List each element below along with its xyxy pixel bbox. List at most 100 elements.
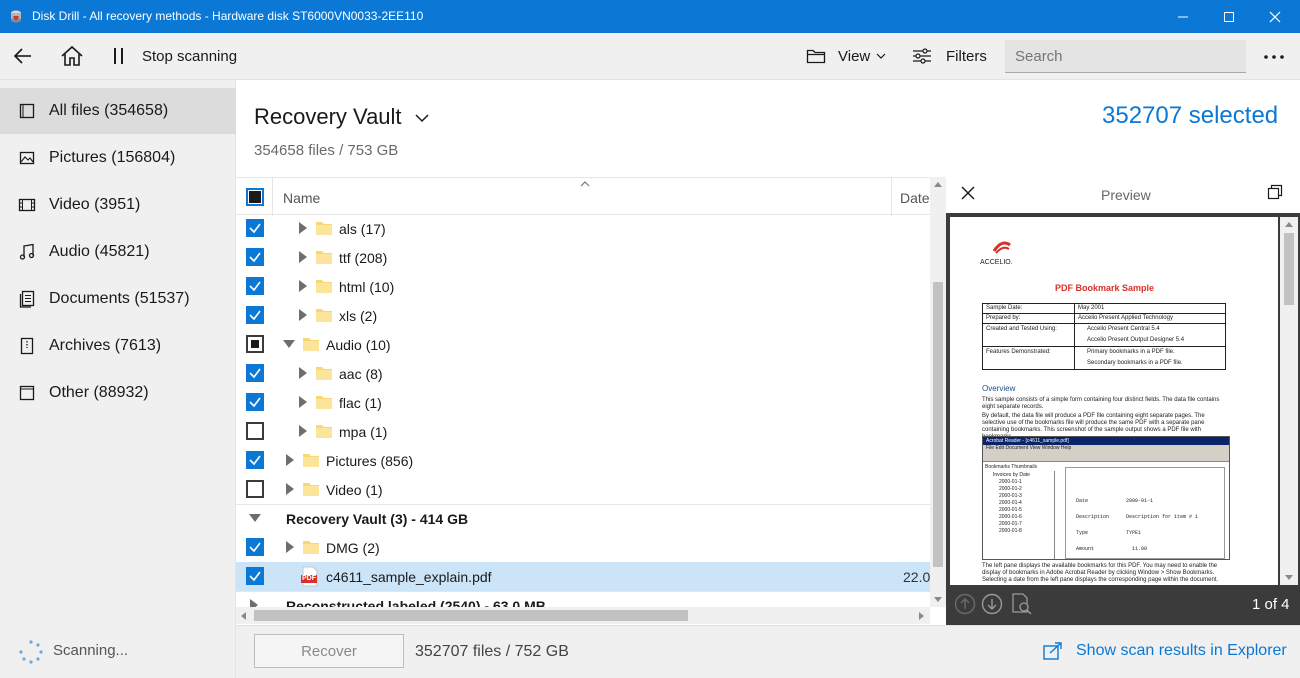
disk-drill-app-icon bbox=[11, 10, 21, 23]
collapse-arrow-icon[interactable] bbox=[283, 340, 295, 348]
row-checkbox[interactable] bbox=[246, 422, 264, 440]
sidebar-item-all-files[interactable]: All files (354658) bbox=[0, 88, 236, 134]
checkmark-icon bbox=[249, 542, 261, 553]
sidebar-item-documents[interactable]: Documents (51537) bbox=[0, 276, 236, 322]
table-row[interactable]: Audio (10) bbox=[236, 330, 930, 359]
table-row[interactable]: mpa (1) bbox=[236, 417, 930, 446]
expand-arrow-icon[interactable] bbox=[299, 309, 307, 321]
row-checkbox[interactable] bbox=[246, 393, 264, 411]
scroll-left-icon[interactable] bbox=[240, 612, 248, 620]
checkmark-icon bbox=[249, 368, 261, 379]
row-checkbox[interactable] bbox=[246, 451, 264, 469]
sidebar-item-archives[interactable]: Archives (7613) bbox=[0, 323, 236, 369]
document-viewer: ACCELIO. PDF Bookmark Sample Sample Date… bbox=[946, 213, 1300, 625]
horizontal-scrollbar[interactable] bbox=[236, 607, 930, 624]
table-row[interactable]: Pictures (856) bbox=[236, 446, 930, 475]
vault-title-dropdown[interactable]: Recovery Vault bbox=[254, 104, 430, 130]
view-label: View bbox=[838, 47, 871, 65]
row-checkbox[interactable] bbox=[246, 335, 264, 353]
chevron-down-icon bbox=[415, 114, 429, 123]
show-in-explorer-link[interactable]: Show scan results in Explorer bbox=[1042, 641, 1287, 661]
table-row[interactable]: flac (1) bbox=[236, 388, 930, 417]
row-checkbox[interactable] bbox=[246, 306, 264, 324]
folder-icon bbox=[303, 541, 319, 554]
table-row[interactable]: xls (2) bbox=[236, 301, 930, 330]
row-checkbox[interactable] bbox=[246, 248, 264, 266]
expand-arrow-icon[interactable] bbox=[286, 541, 294, 553]
collapse-arrow-icon[interactable] bbox=[249, 514, 261, 522]
column-header-date[interactable]: Date bbox=[900, 190, 930, 206]
sidebar-item-pictures[interactable]: Pictures (156804) bbox=[0, 135, 236, 181]
expand-arrow-icon[interactable] bbox=[299, 425, 307, 437]
scroll-up-icon[interactable] bbox=[1285, 221, 1293, 229]
table-row[interactable]: html (10) bbox=[236, 272, 930, 301]
row-label: Video (1) bbox=[326, 482, 383, 498]
scroll-up-icon[interactable] bbox=[934, 181, 942, 189]
horizontal-scroll-thumb[interactable] bbox=[254, 610, 688, 621]
expand-arrow-icon[interactable] bbox=[299, 222, 307, 234]
audio-icon bbox=[19, 243, 35, 260]
previous-page-icon[interactable] bbox=[954, 593, 976, 615]
expand-arrow-icon[interactable] bbox=[286, 454, 294, 466]
filters-button[interactable]: Filters bbox=[912, 45, 987, 67]
group-header-row[interactable]: Recovery Vault (3) - 414 GB bbox=[236, 504, 930, 533]
expand-arrow-icon[interactable] bbox=[299, 367, 307, 379]
maximize-button[interactable] bbox=[1206, 0, 1252, 33]
row-checkbox[interactable] bbox=[246, 277, 264, 295]
vertical-scrollbar[interactable] bbox=[930, 177, 946, 607]
row-label: Audio (10) bbox=[326, 337, 391, 353]
pdf-badge: PDF bbox=[302, 575, 316, 582]
close-icon bbox=[1269, 11, 1281, 22]
sidebar-item-video[interactable]: Video (3951) bbox=[0, 182, 236, 228]
row-checkbox[interactable] bbox=[246, 567, 264, 585]
home-button[interactable] bbox=[60, 45, 84, 67]
sidebar-item-label: Pictures (156804) bbox=[49, 149, 176, 166]
next-page-icon[interactable] bbox=[981, 593, 1003, 615]
table-row[interactable]: Video (1) bbox=[236, 475, 930, 504]
expand-arrow-icon[interactable] bbox=[299, 396, 307, 408]
sidebar-item-other[interactable]: Other (88932) bbox=[0, 370, 236, 416]
table-header: Name Date bbox=[236, 177, 930, 216]
row-checkbox[interactable] bbox=[246, 538, 264, 556]
close-window-button[interactable] bbox=[1252, 0, 1298, 33]
pictures-icon bbox=[19, 151, 35, 165]
close-preview-button[interactable] bbox=[960, 185, 976, 201]
expand-arrow-icon[interactable] bbox=[250, 599, 258, 607]
sidebar-item-label: All files (354658) bbox=[49, 102, 169, 119]
recover-button[interactable]: Recover bbox=[254, 634, 404, 668]
row-checkbox[interactable] bbox=[246, 364, 264, 382]
doc-paragraph: The left pane displays the available boo… bbox=[982, 563, 1219, 583]
expand-arrow-icon[interactable] bbox=[286, 483, 294, 495]
expand-arrow-icon[interactable] bbox=[299, 251, 307, 263]
table-row-selected[interactable]: PDF c4611_sample_explain.pdf 22.0 bbox=[236, 562, 930, 591]
back-button[interactable] bbox=[12, 45, 34, 67]
window-title: Disk Drill - All recovery methods - Hard… bbox=[32, 9, 424, 23]
preview-scroll-thumb[interactable] bbox=[1284, 233, 1294, 305]
preview-scrollbar[interactable] bbox=[1280, 217, 1298, 585]
row-checkbox[interactable] bbox=[246, 219, 264, 237]
scroll-down-icon[interactable] bbox=[934, 595, 942, 603]
stop-scanning-button[interactable]: Stop scanning bbox=[112, 45, 237, 67]
zoom-document-icon[interactable] bbox=[1009, 592, 1033, 616]
search-input[interactable] bbox=[1005, 40, 1246, 73]
open-external-button[interactable] bbox=[1266, 183, 1284, 201]
table-row[interactable]: aac (8) bbox=[236, 359, 930, 388]
checkmark-icon bbox=[249, 455, 261, 466]
scroll-right-icon[interactable] bbox=[917, 612, 925, 620]
folder-icon bbox=[316, 367, 332, 380]
expand-arrow-icon[interactable] bbox=[299, 280, 307, 292]
scroll-down-icon[interactable] bbox=[1285, 573, 1293, 581]
minimize-button[interactable] bbox=[1160, 0, 1206, 33]
more-options-button[interactable] bbox=[1262, 47, 1286, 67]
column-header-name[interactable]: Name bbox=[283, 190, 320, 206]
group-header-row[interactable]: Reconstructed labeled (2540) - 63.0 MB bbox=[236, 591, 930, 607]
preview-panel: Preview ACCELIO. PDF Bookmark Sample Sam… bbox=[946, 177, 1300, 625]
table-row[interactable]: als (17) bbox=[236, 214, 930, 243]
row-checkbox[interactable] bbox=[246, 480, 264, 498]
sidebar-item-audio[interactable]: Audio (45821) bbox=[0, 229, 236, 275]
table-row[interactable]: ttf (208) bbox=[236, 243, 930, 272]
table-row[interactable]: DMG (2) bbox=[236, 533, 930, 562]
view-dropdown[interactable]: View bbox=[806, 45, 887, 67]
vertical-scroll-thumb[interactable] bbox=[933, 282, 943, 567]
scanning-spinner-icon bbox=[18, 639, 44, 665]
